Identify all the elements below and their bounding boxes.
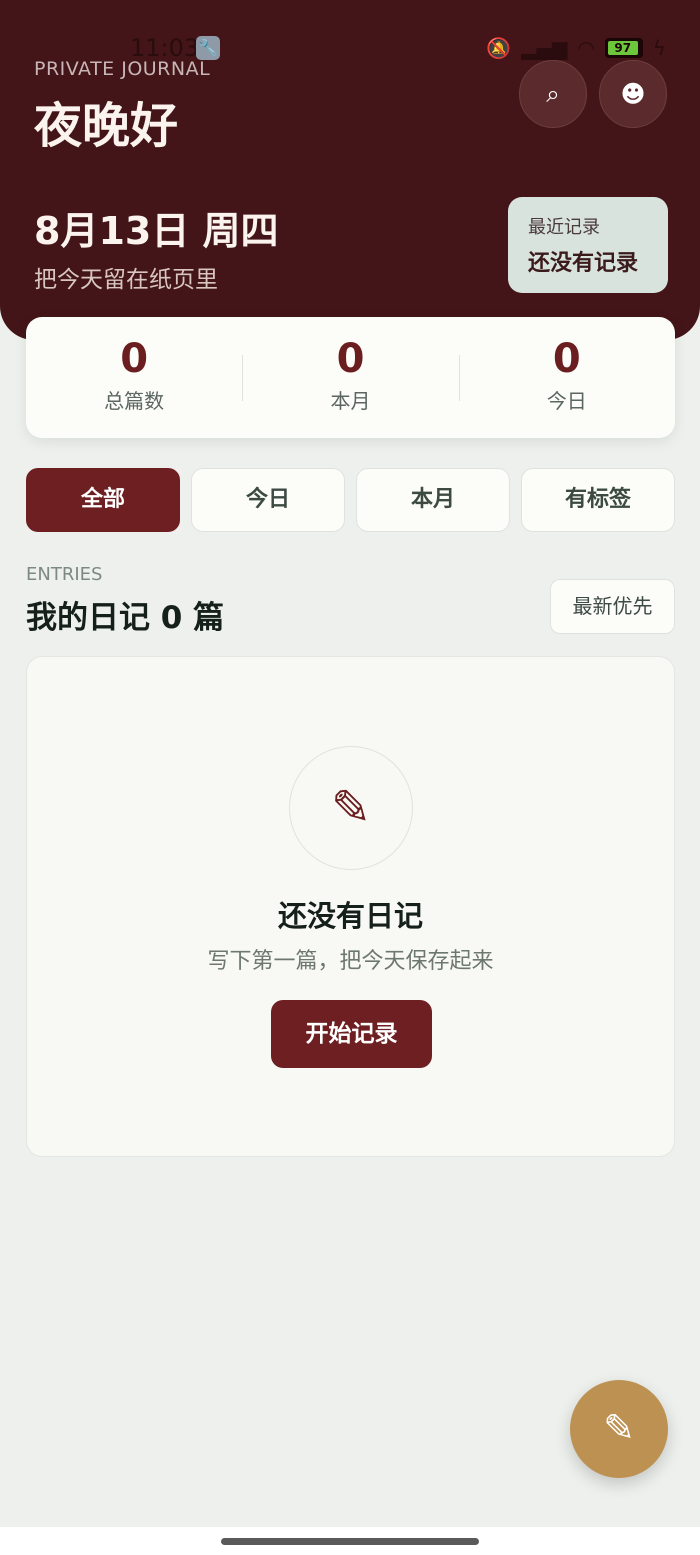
pencil-icon: ✎	[603, 1406, 635, 1450]
header-subtitle: 把今天留在纸页里	[34, 267, 218, 293]
stat-month: 0 本月	[242, 317, 458, 438]
filter-today[interactable]: 今日	[191, 468, 345, 532]
stats-card: 0 总篇数 0 本月 0 今日	[26, 317, 675, 438]
filter-tagged[interactable]: 有标签	[521, 468, 675, 532]
empty-state-card: ✎ 还没有日记 写下第一篇，把今天保存起来 开始记录	[26, 656, 675, 1157]
empty-state-badge: ✎	[289, 746, 413, 870]
stat-total: 0 总篇数	[26, 317, 242, 438]
start-writing-button[interactable]: 开始记录	[271, 1000, 432, 1068]
search-icon: ⌕	[546, 80, 560, 108]
pencil-icon: ✎	[330, 780, 372, 836]
empty-state-title: 还没有日记	[277, 899, 423, 933]
entries-title: 我的日记 0 篇	[26, 600, 225, 636]
header: 11:03 🔧 🔕 ▂▄▆ ◠ 97 ϟ PRIVATE JOURNAL 夜晚好…	[0, 0, 700, 340]
greeting-title: 夜晚好	[34, 98, 179, 154]
stat-today: 0 今日	[458, 317, 675, 438]
entries-eyebrow: ENTRIES	[26, 564, 103, 585]
new-entry-fab[interactable]: ✎	[570, 1380, 668, 1478]
status-icons: 🔕 ▂▄▆ ◠ 97 ϟ	[486, 36, 666, 60]
stat-label: 总篇数	[104, 389, 165, 413]
wifi-icon: ◠	[577, 36, 595, 60]
stat-label: 今日	[546, 389, 587, 413]
recent-record-card[interactable]: 最近记录 还没有记录	[508, 197, 668, 293]
stat-label: 本月	[330, 389, 371, 413]
header-eyebrow: PRIVATE JOURNAL	[34, 58, 211, 80]
search-button[interactable]: ⌕	[519, 60, 587, 128]
mute-icon: 🔕	[486, 36, 512, 60]
sort-button[interactable]: 最新优先	[550, 579, 675, 634]
smiley-icon: ☻	[620, 80, 646, 108]
filter-tabs: 全部 今日 本月 有标签	[26, 468, 675, 532]
wrench-icon: 🔧	[196, 36, 220, 60]
stat-value: 0	[120, 336, 149, 382]
profile-button[interactable]: ☻	[599, 60, 667, 128]
filter-month[interactable]: 本月	[356, 468, 510, 532]
home-indicator[interactable]	[221, 1538, 479, 1545]
recent-record-label: 最近记录	[528, 217, 600, 238]
current-date: 8月13日 周四	[34, 209, 279, 253]
recent-record-value: 还没有记录	[528, 251, 639, 276]
charging-icon: ϟ	[652, 36, 666, 60]
signal-icon: ▂▄▆	[521, 36, 568, 60]
stat-value: 0	[552, 336, 581, 382]
battery-icon: 97	[604, 38, 643, 58]
empty-state-subtitle: 写下第一篇，把今天保存起来	[207, 949, 494, 974]
battery-level: 97	[607, 41, 638, 55]
stat-value: 0	[336, 336, 365, 382]
filter-all[interactable]: 全部	[26, 468, 180, 532]
